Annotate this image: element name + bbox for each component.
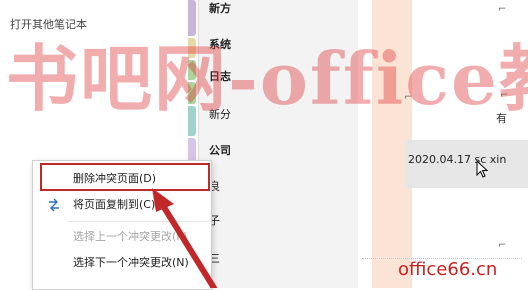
watermark-text: 书吧网-office教程网 — [6, 36, 528, 121]
site-label: office66.cn — [398, 259, 498, 280]
